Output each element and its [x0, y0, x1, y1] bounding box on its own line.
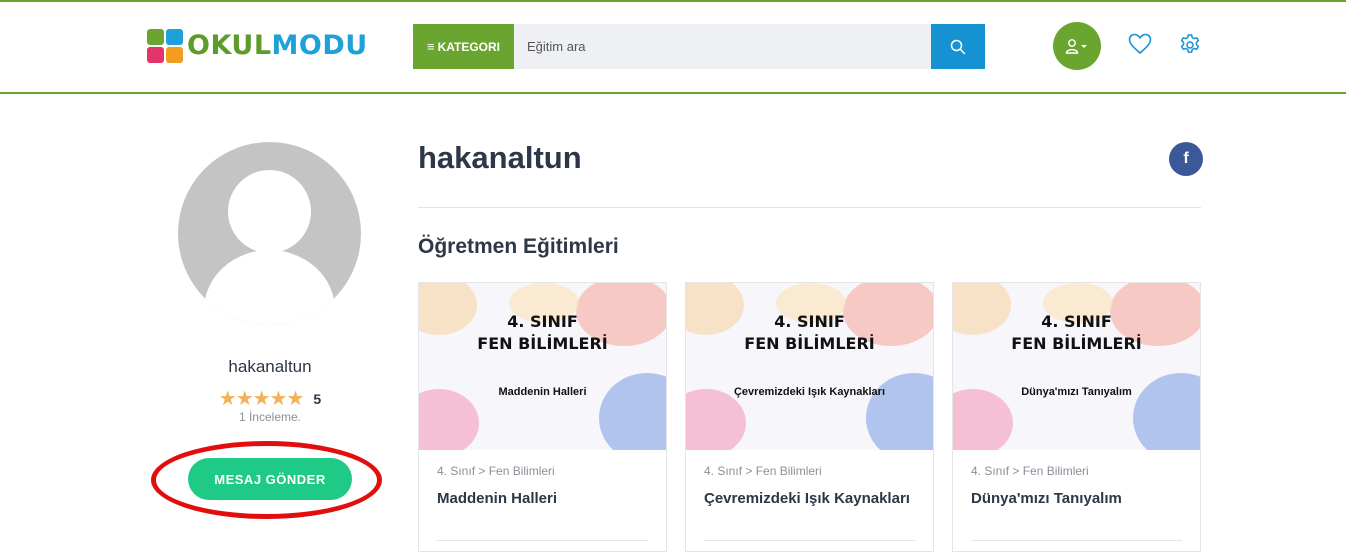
- category-label: KATEGORI: [437, 39, 501, 54]
- course-card[interactable]: 4. SINIF FEN BİLİMLERİ Çevremizdeki Işık …: [685, 282, 934, 552]
- course-grade-heading: 4. SINIF FEN BİLİMLERİ: [744, 312, 875, 353]
- thumbnail-background: [953, 283, 1200, 450]
- course-title[interactable]: Maddenin Halleri: [437, 490, 557, 507]
- search-icon: [950, 39, 966, 54]
- profile-username: hakanaltun: [228, 357, 312, 376]
- gear-icon[interactable]: [1178, 32, 1202, 56]
- send-message-button[interactable]: MESAJ GÖNDER: [188, 458, 352, 500]
- course-card[interactable]: 4. SINIF FEN BİLİMLERİ Dünya'mızı Tanıyal…: [952, 282, 1201, 552]
- course-title[interactable]: Çevremizdeki Işık Kaynakları: [704, 490, 910, 507]
- divider: [418, 207, 1201, 208]
- thumbnail-background: [419, 283, 666, 450]
- course-title[interactable]: Dünya'mızı Tanıyalım: [971, 490, 1122, 507]
- course-category[interactable]: 4. Sınıf > Fen Bilimleri: [971, 464, 1089, 478]
- site-header: OKULMODU ≡ KATEGORI: [0, 2, 1346, 92]
- profile-rating: ★★★★★ 5: [170, 386, 370, 411]
- avatar: [178, 142, 361, 325]
- logo-modu: MODU: [271, 30, 368, 61]
- header-border: [0, 92, 1346, 94]
- course-grade-heading: 4. SINIF FEN BİLİMLERİ: [477, 312, 608, 353]
- facebook-icon[interactable]: f: [1169, 142, 1203, 176]
- course-grade-heading: 4. SINIF FEN BİLİMLERİ: [1011, 312, 1142, 353]
- course-lesson-label: Dünya'mızı Tanıyalım: [1021, 386, 1132, 398]
- card-divider: [437, 540, 648, 541]
- heart-icon[interactable]: [1128, 33, 1152, 55]
- course-thumbnail[interactable]: 4. SINIF FEN BİLİMLERİ Maddenin Halleri: [419, 283, 666, 450]
- site-logo[interactable]: OKULMODU: [147, 29, 368, 63]
- rating-stars-icon: ★★★★★: [218, 388, 305, 410]
- course-lesson-label: Maddenin Halleri: [498, 386, 587, 398]
- review-count: 1 İnceleme.: [238, 410, 302, 424]
- avatar-body: [204, 250, 335, 325]
- rating-value: 5: [313, 390, 322, 407]
- course-category[interactable]: 4. Sınıf > Fen Bilimleri: [704, 464, 822, 478]
- hamburger-icon: ≡: [426, 39, 435, 54]
- course-category[interactable]: 4. Sınıf > Fen Bilimleri: [437, 464, 555, 478]
- category-button[interactable]: ≡ KATEGORI: [413, 24, 514, 69]
- section-title: Öğretmen Eğitimleri: [418, 235, 619, 258]
- user-menu-button[interactable]: [1053, 22, 1101, 70]
- avatar-head: [228, 170, 311, 253]
- search-input[interactable]: [514, 24, 931, 69]
- course-card[interactable]: 4. SINIF FEN BİLİMLERİ Maddenin Halleri 4…: [418, 282, 667, 552]
- course-lesson-label: Çevremizdeki Işık Kaynakları: [733, 386, 886, 398]
- profile-title: hakanaltun: [418, 140, 582, 175]
- logo-okul: OKUL: [187, 30, 272, 61]
- card-divider: [704, 540, 915, 541]
- course-thumbnail[interactable]: 4. SINIF FEN BİLİMLERİ Dünya'mızı Tanıyal…: [953, 283, 1200, 450]
- logo-text: OKULMODU: [187, 29, 368, 63]
- thumbnail-background: [686, 283, 933, 450]
- logo-icon: [147, 29, 185, 63]
- search-button[interactable]: [931, 24, 985, 69]
- user-icon: [1065, 39, 1087, 54]
- card-divider: [971, 540, 1182, 541]
- course-thumbnail[interactable]: 4. SINIF FEN BİLİMLERİ Çevremizdeki Işık …: [686, 283, 933, 450]
